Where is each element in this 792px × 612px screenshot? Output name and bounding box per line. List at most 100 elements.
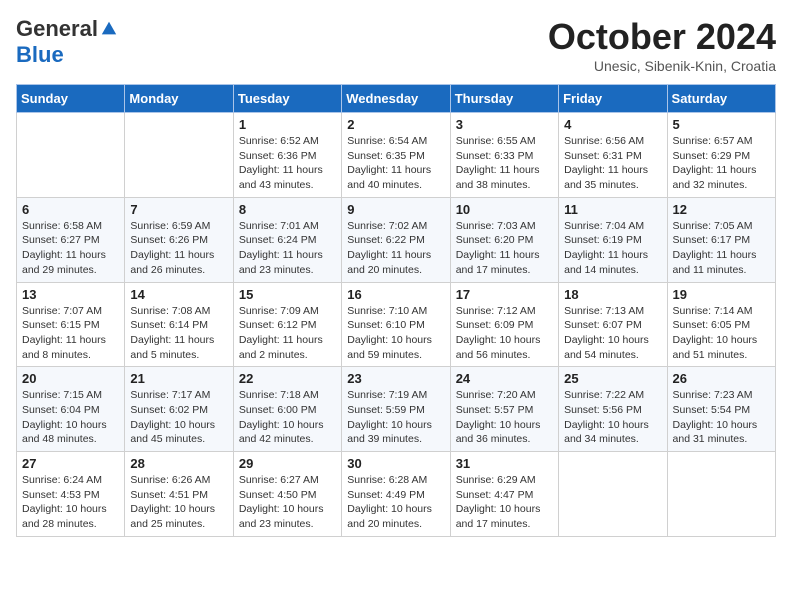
logo: General Blue xyxy=(16,16,118,68)
calendar-cell: 27Sunrise: 6:24 AM Sunset: 4:53 PM Dayli… xyxy=(17,452,125,537)
calendar-day-header: Thursday xyxy=(450,85,558,113)
calendar-cell: 29Sunrise: 6:27 AM Sunset: 4:50 PM Dayli… xyxy=(233,452,341,537)
day-content: Sunrise: 7:12 AM Sunset: 6:09 PM Dayligh… xyxy=(456,304,553,363)
day-content: Sunrise: 7:17 AM Sunset: 6:02 PM Dayligh… xyxy=(130,388,227,447)
day-number: 18 xyxy=(564,287,661,302)
month-title: October 2024 xyxy=(548,16,776,58)
calendar-cell: 26Sunrise: 7:23 AM Sunset: 5:54 PM Dayli… xyxy=(667,367,775,452)
day-number: 9 xyxy=(347,202,444,217)
calendar-cell: 4Sunrise: 6:56 AM Sunset: 6:31 PM Daylig… xyxy=(559,113,667,198)
calendar-cell: 19 Sunrise: 7:14 AM Sunset: 6:05 PM Dayli… xyxy=(667,282,775,367)
calendar-cell: 25 Sunrise: 7:22 AM Sunset: 5:56 PM Dayli… xyxy=(559,367,667,452)
day-content: Sunrise: 6:29 AM Sunset: 4:47 PM Dayligh… xyxy=(456,473,553,532)
calendar-cell xyxy=(17,113,125,198)
day-content: Sunrise: 7:22 AM Sunset: 5:56 PM Dayligh… xyxy=(564,388,661,447)
logo-blue-text: Blue xyxy=(16,42,64,68)
day-content: Sunrise: 7:01 AM Sunset: 6:24 PM Dayligh… xyxy=(239,219,336,278)
day-number: 24 xyxy=(456,371,553,386)
day-content: Sunrise: 6:54 AM Sunset: 6:35 PM Dayligh… xyxy=(347,134,444,193)
calendar-cell: 20 Sunrise: 7:15 AM Sunset: 6:04 PM Dayli… xyxy=(17,367,125,452)
day-content: Sunrise: 7:20 AM Sunset: 5:57 PM Dayligh… xyxy=(456,388,553,447)
day-number: 8 xyxy=(239,202,336,217)
day-content: Sunrise: 7:07 AM Sunset: 6:15 PM Dayligh… xyxy=(22,304,119,363)
day-number: 10 xyxy=(456,202,553,217)
calendar-cell: 10 Sunrise: 7:03 AM Sunset: 6:20 PM Dayli… xyxy=(450,197,558,282)
day-number: 28 xyxy=(130,456,227,471)
calendar-cell: 16 Sunrise: 7:10 AM Sunset: 6:10 PM Dayli… xyxy=(342,282,450,367)
day-content: Sunrise: 7:18 AM Sunset: 6:00 PM Dayligh… xyxy=(239,388,336,447)
calendar-week-row: 27Sunrise: 6:24 AM Sunset: 4:53 PM Dayli… xyxy=(17,452,776,537)
day-number: 5 xyxy=(673,117,770,132)
day-number: 6 xyxy=(22,202,119,217)
day-content: Sunrise: 7:02 AM Sunset: 6:22 PM Dayligh… xyxy=(347,219,444,278)
day-content: Sunrise: 7:10 AM Sunset: 6:10 PM Dayligh… xyxy=(347,304,444,363)
calendar-cell: 22Sunrise: 7:18 AM Sunset: 6:00 PM Dayli… xyxy=(233,367,341,452)
day-number: 11 xyxy=(564,202,661,217)
calendar-cell: 24 Sunrise: 7:20 AM Sunset: 5:57 PM Dayli… xyxy=(450,367,558,452)
calendar-cell: 14 Sunrise: 7:08 AM Sunset: 6:14 PM Dayli… xyxy=(125,282,233,367)
calendar-day-header: Sunday xyxy=(17,85,125,113)
title-section: October 2024 Unesic, Sibenik-Knin, Croat… xyxy=(548,16,776,74)
day-content: Sunrise: 6:58 AM Sunset: 6:27 PM Dayligh… xyxy=(22,219,119,278)
logo-general-text: General xyxy=(16,16,98,42)
day-number: 26 xyxy=(673,371,770,386)
calendar-cell: 15 Sunrise: 7:09 AM Sunset: 6:12 PM Dayli… xyxy=(233,282,341,367)
day-number: 31 xyxy=(456,456,553,471)
day-content: Sunrise: 6:52 AM Sunset: 6:36 PM Dayligh… xyxy=(239,134,336,193)
day-number: 12 xyxy=(673,202,770,217)
day-number: 3 xyxy=(456,117,553,132)
calendar-cell: 23 Sunrise: 7:19 AM Sunset: 5:59 PM Dayli… xyxy=(342,367,450,452)
day-content: Sunrise: 7:15 AM Sunset: 6:04 PM Dayligh… xyxy=(22,388,119,447)
day-content: Sunrise: 7:04 AM Sunset: 6:19 PM Dayligh… xyxy=(564,219,661,278)
calendar-cell: 2 Sunrise: 6:54 AM Sunset: 6:35 PM Daylig… xyxy=(342,113,450,198)
day-content: Sunrise: 7:03 AM Sunset: 6:20 PM Dayligh… xyxy=(456,219,553,278)
day-number: 30 xyxy=(347,456,444,471)
day-number: 23 xyxy=(347,371,444,386)
calendar-week-row: 13Sunrise: 7:07 AM Sunset: 6:15 PM Dayli… xyxy=(17,282,776,367)
calendar-cell: 5 Sunrise: 6:57 AM Sunset: 6:29 PM Daylig… xyxy=(667,113,775,198)
day-content: Sunrise: 7:09 AM Sunset: 6:12 PM Dayligh… xyxy=(239,304,336,363)
day-number: 25 xyxy=(564,371,661,386)
calendar-cell: 31 Sunrise: 6:29 AM Sunset: 4:47 PM Dayli… xyxy=(450,452,558,537)
calendar-cell: 17 Sunrise: 7:12 AM Sunset: 6:09 PM Dayli… xyxy=(450,282,558,367)
day-content: Sunrise: 7:19 AM Sunset: 5:59 PM Dayligh… xyxy=(347,388,444,447)
calendar-day-header: Saturday xyxy=(667,85,775,113)
day-number: 15 xyxy=(239,287,336,302)
day-number: 20 xyxy=(22,371,119,386)
calendar-cell: 30 Sunrise: 6:28 AM Sunset: 4:49 PM Dayli… xyxy=(342,452,450,537)
day-content: Sunrise: 6:26 AM Sunset: 4:51 PM Dayligh… xyxy=(130,473,227,532)
calendar-cell: 9 Sunrise: 7:02 AM Sunset: 6:22 PM Daylig… xyxy=(342,197,450,282)
calendar-day-header: Friday xyxy=(559,85,667,113)
day-number: 19 xyxy=(673,287,770,302)
calendar-cell: 28 Sunrise: 6:26 AM Sunset: 4:51 PM Dayli… xyxy=(125,452,233,537)
page-header: General Blue October 2024 Unesic, Sibeni… xyxy=(16,16,776,74)
day-number: 17 xyxy=(456,287,553,302)
day-number: 2 xyxy=(347,117,444,132)
calendar-table: SundayMondayTuesdayWednesdayThursdayFrid… xyxy=(16,84,776,537)
day-number: 16 xyxy=(347,287,444,302)
calendar-cell: 18Sunrise: 7:13 AM Sunset: 6:07 PM Dayli… xyxy=(559,282,667,367)
calendar-cell: 7 Sunrise: 6:59 AM Sunset: 6:26 PM Daylig… xyxy=(125,197,233,282)
day-number: 29 xyxy=(239,456,336,471)
day-number: 21 xyxy=(130,371,227,386)
day-content: Sunrise: 6:56 AM Sunset: 6:31 PM Dayligh… xyxy=(564,134,661,193)
calendar-cell: 21 Sunrise: 7:17 AM Sunset: 6:02 PM Dayli… xyxy=(125,367,233,452)
location-subtitle: Unesic, Sibenik-Knin, Croatia xyxy=(548,58,776,74)
day-content: Sunrise: 7:14 AM Sunset: 6:05 PM Dayligh… xyxy=(673,304,770,363)
calendar-cell: 1 Sunrise: 6:52 AM Sunset: 6:36 PM Daylig… xyxy=(233,113,341,198)
day-number: 1 xyxy=(239,117,336,132)
calendar-week-row: 6 Sunrise: 6:58 AM Sunset: 6:27 PM Daylig… xyxy=(17,197,776,282)
day-number: 7 xyxy=(130,202,227,217)
day-content: Sunrise: 7:05 AM Sunset: 6:17 PM Dayligh… xyxy=(673,219,770,278)
calendar-cell: 11 Sunrise: 7:04 AM Sunset: 6:19 PM Dayli… xyxy=(559,197,667,282)
calendar-day-header: Tuesday xyxy=(233,85,341,113)
calendar-week-row: 20 Sunrise: 7:15 AM Sunset: 6:04 PM Dayli… xyxy=(17,367,776,452)
calendar-cell: 8 Sunrise: 7:01 AM Sunset: 6:24 PM Daylig… xyxy=(233,197,341,282)
day-number: 14 xyxy=(130,287,227,302)
calendar-day-header: Monday xyxy=(125,85,233,113)
day-content: Sunrise: 6:57 AM Sunset: 6:29 PM Dayligh… xyxy=(673,134,770,193)
day-content: Sunrise: 6:28 AM Sunset: 4:49 PM Dayligh… xyxy=(347,473,444,532)
calendar-cell xyxy=(125,113,233,198)
day-content: Sunrise: 7:08 AM Sunset: 6:14 PM Dayligh… xyxy=(130,304,227,363)
day-content: Sunrise: 6:59 AM Sunset: 6:26 PM Dayligh… xyxy=(130,219,227,278)
